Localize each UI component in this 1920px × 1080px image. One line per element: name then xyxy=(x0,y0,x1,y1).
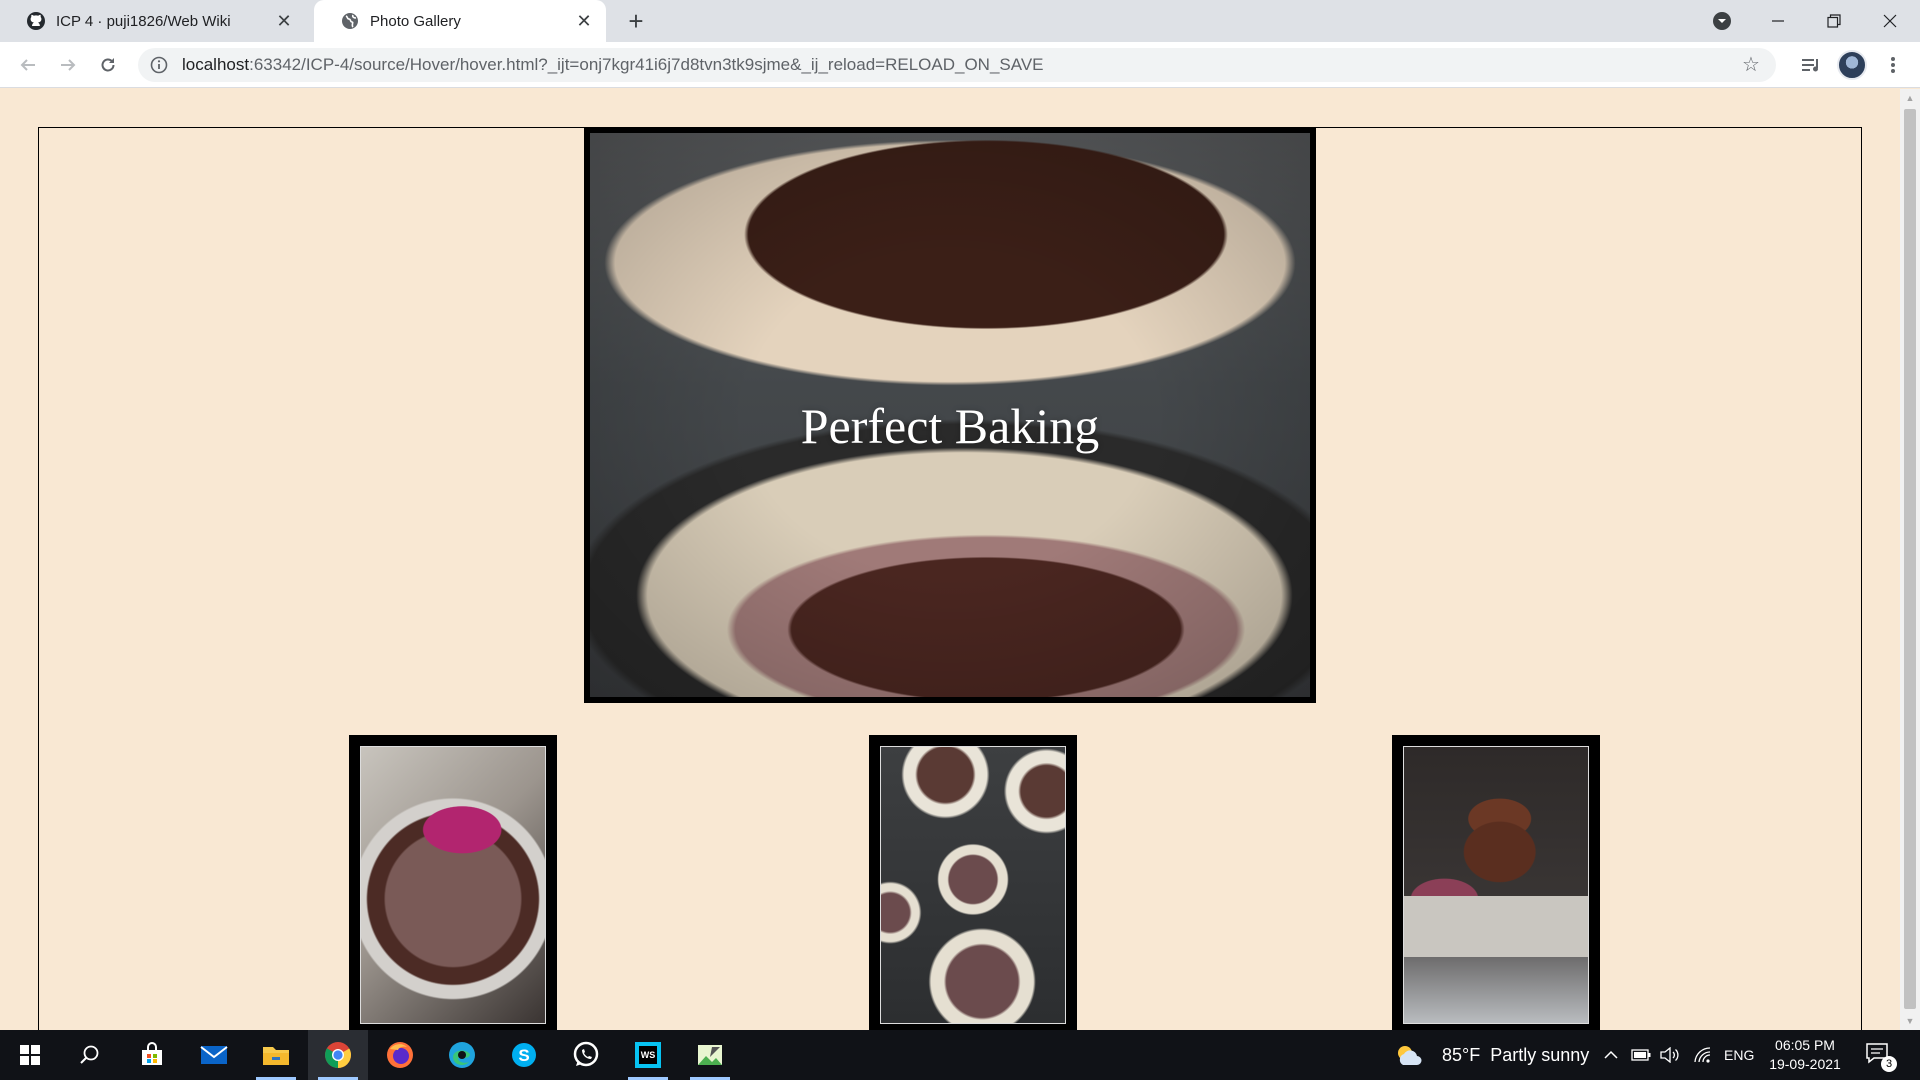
clock-time: 06:05 PM xyxy=(1775,1037,1835,1053)
webstorm-icon: WS xyxy=(635,1042,661,1068)
vertical-scrollbar[interactable]: ▲ ▼ xyxy=(1900,89,1920,1030)
gallery-thumbnail[interactable] xyxy=(1392,735,1600,1030)
search-icon xyxy=(80,1045,99,1064)
windows-taskbar: S WS 85°F Partly sunny ENG 06:05 PM 19-0… xyxy=(0,1030,1920,1080)
clock[interactable]: 06:05 PM 19-09-2021 xyxy=(1762,1036,1848,1074)
show-hidden-icons-button[interactable] xyxy=(1598,1030,1624,1080)
back-button[interactable] xyxy=(14,51,42,79)
taskbar-firefox[interactable] xyxy=(370,1030,430,1080)
close-window-button[interactable] xyxy=(1862,0,1918,42)
url-text: localhost:63342/ICP-4/source/Hover/hover… xyxy=(182,55,1044,75)
close-icon xyxy=(1883,14,1897,28)
firefox-icon xyxy=(387,1042,413,1068)
hero-caption: Perfect Baking xyxy=(800,398,1100,454)
forward-button[interactable] xyxy=(54,51,82,79)
edge-icon xyxy=(449,1042,475,1068)
more-vert-icon xyxy=(1891,57,1895,73)
browser-menu-button[interactable] xyxy=(1879,51,1907,79)
address-bar[interactable]: localhost:63342/ICP-4/source/Hover/hover… xyxy=(138,48,1776,82)
profile-avatar[interactable] xyxy=(1837,50,1867,80)
bookmark-star-icon[interactable]: ☆ xyxy=(1742,55,1762,75)
close-tab-icon[interactable]: ✕ xyxy=(274,11,294,31)
store-bag-icon xyxy=(142,1042,162,1065)
minimize-button[interactable] xyxy=(1750,0,1806,42)
taskbar-chrome[interactable] xyxy=(308,1030,368,1080)
folder-icon xyxy=(263,1047,289,1065)
gallery-thumbnail[interactable] xyxy=(349,735,557,1030)
playlist-icon xyxy=(1802,59,1818,72)
taskbar-whatsapp[interactable] xyxy=(556,1030,616,1080)
weather-icon[interactable] xyxy=(1386,1030,1430,1080)
chevron-up-icon xyxy=(1604,1050,1618,1059)
chrome-icon xyxy=(325,1042,352,1069)
tab-strip: ICP 4 · puji1826/Web Wiki ✕ Photo Galler… xyxy=(0,0,1920,42)
info-icon[interactable] xyxy=(150,56,168,74)
taskbar-mail[interactable] xyxy=(184,1030,244,1080)
scroll-thumb[interactable] xyxy=(1904,109,1916,1009)
taskbar-webstorm[interactable]: WS xyxy=(618,1030,678,1080)
back-arrow-icon xyxy=(20,59,35,71)
github-icon xyxy=(26,11,46,31)
weather-widget[interactable]: 85°F Partly sunny xyxy=(1442,1030,1589,1080)
globe-icon xyxy=(340,11,360,31)
url-host: localhost xyxy=(182,55,250,74)
new-tab-button[interactable]: + xyxy=(622,8,650,36)
url-path: :63342/ICP-4/source/Hover/hover.html?_ij… xyxy=(249,55,1044,74)
volume-icon[interactable] xyxy=(1656,1030,1682,1080)
chocolate-batter-bowl-image xyxy=(360,746,546,1024)
taskbar-store[interactable] xyxy=(122,1030,182,1080)
mail-icon xyxy=(200,1046,228,1064)
skype-icon: S xyxy=(512,1043,536,1067)
close-tab-icon[interactable]: ✕ xyxy=(574,11,594,31)
whatsapp-icon xyxy=(573,1041,599,1067)
browser-toolbar: localhost:63342/ICP-4/source/Hover/hover… xyxy=(0,42,1920,88)
frosted-cupcake-image xyxy=(1403,746,1589,1024)
taskbar-search-button[interactable] xyxy=(60,1030,120,1080)
tab-github[interactable]: ICP 4 · puji1826/Web Wiki ✕ xyxy=(0,0,306,42)
restore-icon xyxy=(1827,14,1841,28)
cupcake-tin-batter-image xyxy=(880,746,1066,1024)
clock-date: 19-09-2021 xyxy=(1769,1056,1841,1072)
taskbar-skype[interactable]: S xyxy=(494,1030,554,1080)
gallery-thumbnail[interactable] xyxy=(869,735,1077,1030)
taskbar-file-explorer[interactable] xyxy=(246,1030,306,1080)
input-language[interactable]: ENG xyxy=(1724,1030,1754,1080)
battery-icon[interactable] xyxy=(1628,1030,1654,1080)
weather-temperature: 85°F xyxy=(1442,1044,1481,1065)
chevron-down-icon xyxy=(1713,12,1731,30)
image-editor-icon xyxy=(698,1045,722,1065)
svg-text:WS: WS xyxy=(641,1050,656,1060)
tab-title: ICP 4 · puji1826/Web Wiki xyxy=(56,12,231,30)
reload-button[interactable] xyxy=(94,51,122,79)
taskbar-edge[interactable] xyxy=(432,1030,492,1080)
wifi-icon[interactable] xyxy=(1690,1030,1716,1080)
scroll-down-arrow-icon[interactable]: ▼ xyxy=(1900,1012,1920,1030)
tab-search-button[interactable] xyxy=(1694,0,1750,42)
notification-count-badge: 3 xyxy=(1881,1056,1897,1072)
svg-text:S: S xyxy=(518,1046,529,1065)
page-viewport: Perfect Baking xyxy=(0,89,1900,1030)
restore-button[interactable] xyxy=(1806,0,1862,42)
action-center-button[interactable]: 3 xyxy=(1865,1042,1897,1072)
tab-photo-gallery[interactable]: Photo Gallery ✕ xyxy=(314,0,606,42)
taskbar-image-app[interactable] xyxy=(680,1030,740,1080)
start-button[interactable] xyxy=(0,1030,60,1080)
scroll-up-arrow-icon[interactable]: ▲ xyxy=(1900,89,1920,107)
forward-arrow-icon xyxy=(61,59,76,71)
reload-icon xyxy=(101,58,115,72)
media-control-button[interactable] xyxy=(1797,51,1825,79)
windows-logo-icon xyxy=(20,1045,40,1065)
weather-condition: Partly sunny xyxy=(1490,1044,1590,1065)
hero-image[interactable]: Perfect Baking xyxy=(584,127,1316,703)
tab-title: Photo Gallery xyxy=(370,12,461,30)
minimize-icon xyxy=(1772,20,1784,22)
